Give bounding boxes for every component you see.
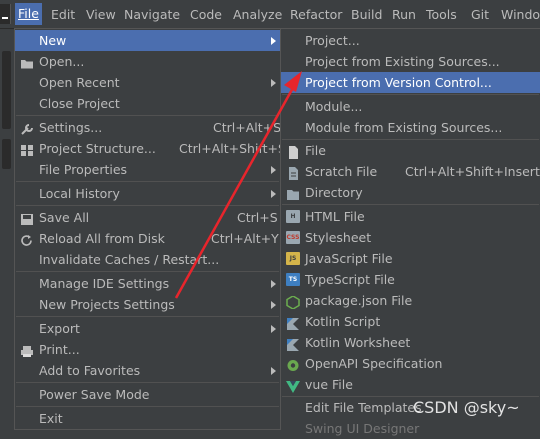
watermark: CSDN @sky~ — [413, 398, 520, 417]
annotation-arrow — [174, 71, 302, 299]
